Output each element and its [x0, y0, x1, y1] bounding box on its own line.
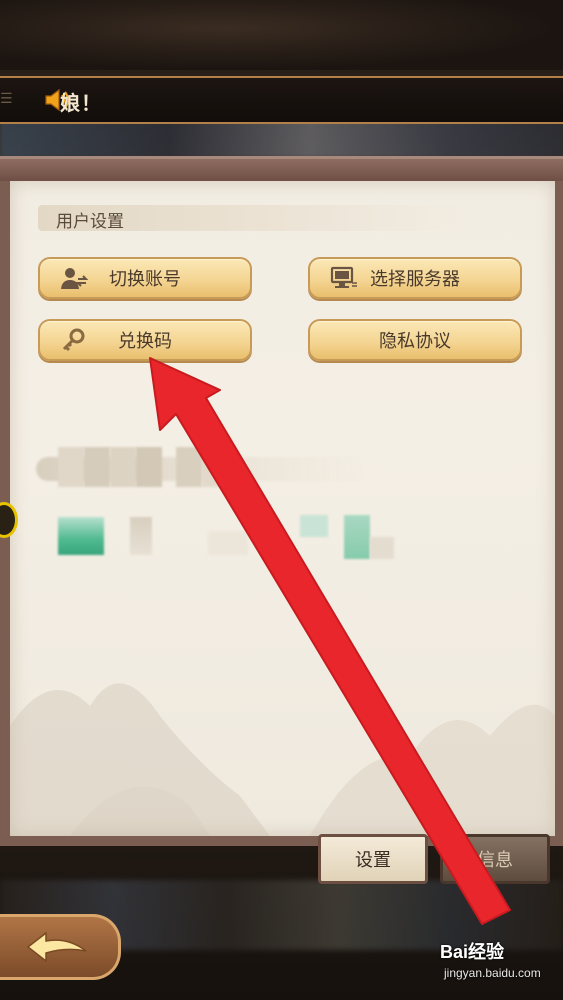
- blurred-pixel: [84, 447, 110, 487]
- blurred-pixel: [344, 515, 370, 559]
- notice-bar: ☰ ‌娘！: [0, 76, 563, 124]
- blurred-pixel: [300, 515, 328, 537]
- blurred-pixel: [208, 531, 248, 555]
- tab-settings-label: 设置: [355, 850, 391, 871]
- top-blur: [0, 0, 563, 70]
- blurred-pixel: [130, 517, 152, 555]
- back-arrow-icon: [26, 931, 87, 963]
- notice-deco: ☰: [0, 91, 13, 107]
- blurred-pixel: [110, 447, 136, 487]
- tab-settings[interactable]: 设置: [318, 834, 428, 884]
- panel-header-strip: [0, 159, 563, 181]
- settings-panel: 用户设置 切换账号 选择服务器 兑换码 隐私协议: [10, 181, 555, 836]
- blurred-pixel: [136, 447, 162, 487]
- blurred-pixel: [176, 447, 202, 487]
- tab-info-label: 信息: [477, 850, 513, 871]
- blurred-pixel: [58, 447, 84, 487]
- blurred-pixel: [202, 447, 228, 487]
- watermark-brand-text: Bai经验: [440, 942, 505, 962]
- blurred-content: [10, 181, 555, 836]
- tab-info[interactable]: 信息: [440, 834, 550, 884]
- watermark-brand: Bai经验: [440, 938, 504, 964]
- blurred-pixel: [370, 537, 394, 559]
- blurred-icon: [58, 517, 104, 555]
- notice-text: ‌娘！: [60, 91, 102, 115]
- back-button[interactable]: [0, 914, 121, 980]
- settings-panel-frame: 用户设置 切换账号 选择服务器 兑换码 隐私协议: [0, 156, 563, 849]
- watermark-url: jingyan.baidu.com: [444, 966, 541, 980]
- scenery-blur: [0, 118, 563, 158]
